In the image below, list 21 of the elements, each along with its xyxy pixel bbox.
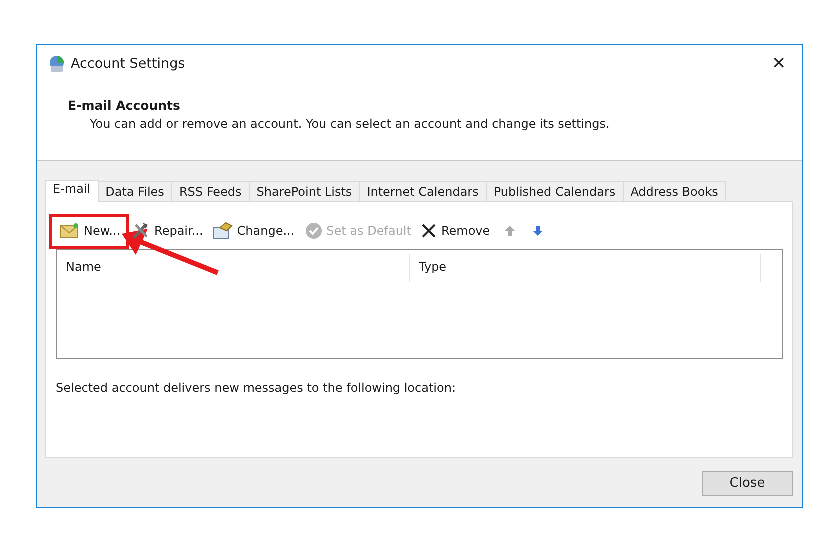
down-arrow-icon [532,225,544,237]
close-button[interactable]: ✕ [756,54,802,74]
section-title: E-mail Accounts [68,98,182,113]
tools-icon [130,222,151,240]
tab[interactable]: E-mail [45,180,99,202]
close-dialog-button[interactable]: Close [702,471,793,496]
check-icon [304,222,323,240]
toolbar-button[interactable]: Change... [209,219,301,243]
card-icon [213,222,234,240]
envelope-icon [60,222,80,240]
up-arrow-icon [504,225,516,237]
section-description: You can add or remove an account. You can select an account and change its settings. [90,117,611,131]
close-icon [421,223,438,239]
window-title: Account Settings [71,56,186,72]
column-header[interactable]: Name [57,254,410,282]
column-header[interactable]: Type [410,254,761,282]
toolbar-button[interactable]: Repair... [126,219,210,243]
location-label: Selected account delivers new messages to the following location: [56,381,458,395]
tab[interactable]: Address Books [622,181,726,201]
toolbar-button[interactable]: New... [56,219,127,243]
toolbar-button[interactable]: Remove [417,219,496,243]
